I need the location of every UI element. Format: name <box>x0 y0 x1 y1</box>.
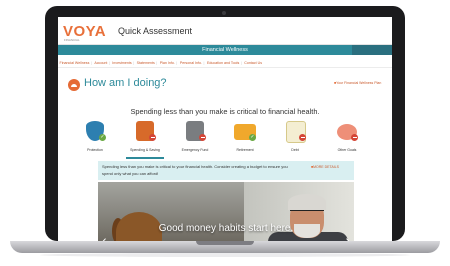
assessment-headline: Spending less than you make is critical … <box>130 107 320 116</box>
hero-photo-person-glasses <box>290 210 324 217</box>
nav-separator: | <box>90 61 92 65</box>
page-title: Quick Assessment <box>118 26 193 36</box>
category-other-goals[interactable]: Other Goals <box>324 121 370 157</box>
category-label: Debt <box>291 148 299 152</box>
section-banner-accent <box>352 45 392 55</box>
carousel-prev-icon[interactable]: ‹ <box>102 232 107 241</box>
check-icon <box>249 134 256 141</box>
category-emergency-fund[interactable]: Emergency Fund <box>172 121 218 157</box>
nav-item-statements[interactable]: Statements <box>135 59 156 67</box>
nav-item-account[interactable]: Account <box>93 59 109 67</box>
info-panel: Spending less than you make is critical … <box>98 161 354 180</box>
section-banner-title: Financial Wellness <box>202 47 248 53</box>
hero-photo-person-hair <box>288 194 326 210</box>
category-spending-saving[interactable]: Spending & Saving <box>122 121 168 159</box>
laptop-screen: VOYA FINANCIAL Quick Assessment Financia… <box>58 17 392 241</box>
financial-wellness-plan-link[interactable]: Your Financial Wellness Plan <box>334 81 381 85</box>
hero-caption: Good money habits start here. <box>158 223 294 234</box>
nav-separator: | <box>108 61 110 65</box>
app-header: VOYA FINANCIAL Quick Assessment <box>58 17 392 45</box>
nav-separator: | <box>240 61 242 65</box>
carousel-next-icon[interactable]: › <box>345 232 350 241</box>
section-heading: How am I doing? <box>84 77 167 89</box>
nav-separator: | <box>203 61 205 65</box>
nav-item-education-and-tools[interactable]: Education and Tools <box>205 59 240 67</box>
check-icon <box>99 134 106 141</box>
info-text: Spending less than you make is critical … <box>102 164 288 176</box>
main-nav: Financial Wellness | Account | Investments… <box>58 59 392 67</box>
category-label: Protection <box>87 148 103 152</box>
category-label: Spending & Saving <box>130 148 160 152</box>
nav-separator: | <box>176 61 178 65</box>
nav-item-plan-info[interactable]: Plan Info. <box>158 59 176 67</box>
hero-carousel: Good money habits start here. ‹ › <box>98 182 354 241</box>
nav-separator: | <box>156 61 158 65</box>
nav-item-personal-info[interactable]: Personal Info. <box>178 59 203 67</box>
minus-icon <box>199 134 206 141</box>
laptop-shadow <box>40 253 410 257</box>
nav-separator: | <box>133 61 135 65</box>
category-retirement[interactable]: Retirement <box>222 121 268 157</box>
speedometer-icon <box>68 79 80 91</box>
more-details-link[interactable]: MORE DETAILS <box>311 165 339 169</box>
category-protection[interactable]: Protection <box>72 121 118 157</box>
category-label: Other Goals <box>337 148 357 152</box>
voya-logo-subtitle: FINANCIAL <box>64 38 80 42</box>
selected-category-indicator <box>126 157 164 159</box>
section-banner: Financial Wellness <box>58 45 392 55</box>
nav-item-financial-wellness[interactable]: Financial Wellness <box>58 59 91 67</box>
category-label: Retirement <box>236 148 254 152</box>
nav-divider <box>58 67 392 68</box>
webcam <box>222 11 226 15</box>
minus-icon <box>299 134 306 141</box>
laptop-base-notch <box>196 241 254 245</box>
nav-item-investments[interactable]: Investments <box>111 59 133 67</box>
category-debt[interactable]: Debt <box>272 121 318 157</box>
nav-item-contact-us[interactable]: Contact Us <box>243 59 264 67</box>
minus-icon <box>351 134 358 141</box>
minus-icon <box>149 134 156 141</box>
category-label: Emergency Fund <box>181 148 209 152</box>
